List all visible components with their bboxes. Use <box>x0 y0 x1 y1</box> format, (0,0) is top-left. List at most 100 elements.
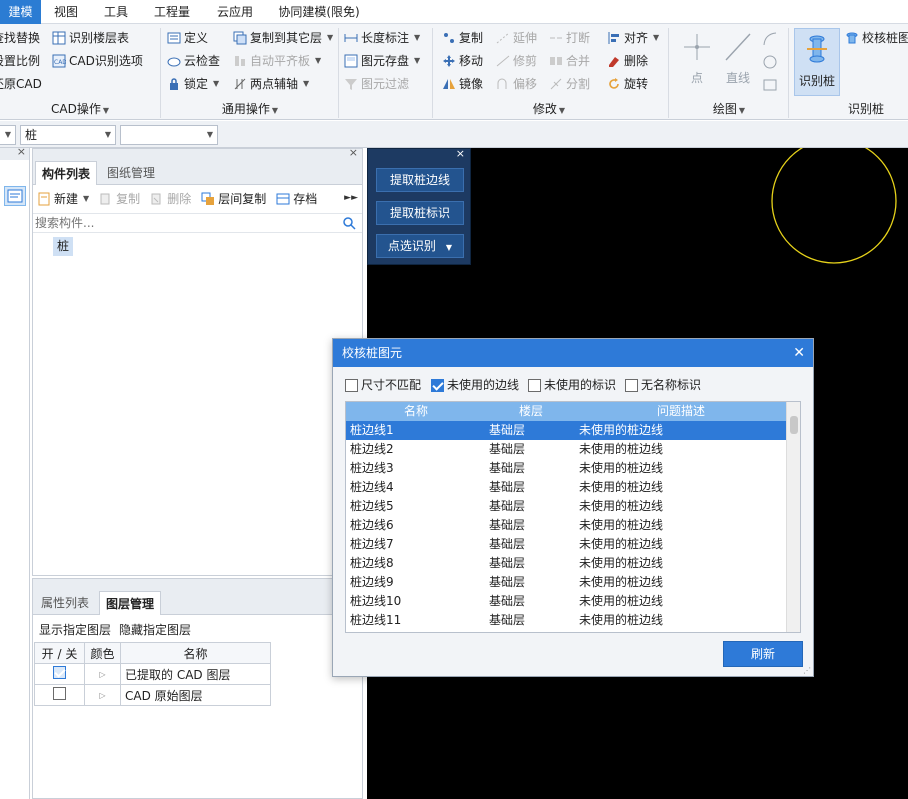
trim-button[interactable]: 修剪 <box>496 51 537 71</box>
restore-cad-button[interactable]: 还原CAD <box>0 74 42 94</box>
auto-level-slab-button[interactable]: 自动平齐板 ▼ <box>233 51 321 71</box>
menu-collab[interactable]: 协同建模(限免) <box>273 0 365 24</box>
recognize-pile-button[interactable]: 识别桩 <box>794 28 840 96</box>
extend-button[interactable]: 延伸 <box>496 28 537 48</box>
more-arrow-icon[interactable]: ►► <box>344 193 358 203</box>
expand-arrow-icon[interactable]: ▷ <box>84 684 121 706</box>
show-layer-link[interactable]: 显示指定图层 <box>39 621 111 638</box>
group-draw[interactable]: 绘图 ▼ <box>670 100 788 118</box>
menu-quantity[interactable]: 工程量 <box>148 0 196 24</box>
copy-between-floors-label: 层间复制 <box>218 192 267 206</box>
new-button[interactable]: 新建 ▼ <box>37 189 89 209</box>
set-scale-button[interactable]: 设置比例 <box>0 51 40 71</box>
table-row[interactable]: 桩边线10 基础层 未使用的桩边线 <box>346 592 786 611</box>
copy-component-button[interactable]: 复制 <box>99 189 140 209</box>
tree-item-pile[interactable]: 桩 <box>53 237 73 256</box>
align-button[interactable]: 对齐 ▼ <box>607 28 659 48</box>
lock-button[interactable]: 锁定 ▼ <box>167 74 219 94</box>
find-replace-button[interactable]: 查找替换 <box>0 28 40 48</box>
cad-options-button[interactable]: CAD CAD识别选项 <box>52 51 143 71</box>
checkbox[interactable] <box>431 378 444 392</box>
table-row[interactable]: 桩边线4 基础层 未使用的桩边线 <box>346 478 786 497</box>
table-row[interactable]: 桩边线8 基础层 未使用的桩边线 <box>346 554 786 573</box>
close-icon[interactable]: × <box>17 145 26 158</box>
search-icon[interactable] <box>343 217 356 230</box>
delete-component-button[interactable]: 删除 <box>150 189 191 209</box>
resize-grip-icon[interactable]: ⋰ <box>803 666 811 675</box>
menu-tools[interactable]: 工具 <box>97 0 135 24</box>
two-point-axis-button[interactable]: 两点辅轴 ▼ <box>233 74 309 94</box>
length-dim-button[interactable]: 长度标注 ▼ <box>344 28 420 48</box>
extract-pile-mark-button[interactable]: 提取桩标识 <box>376 201 464 225</box>
mirror-button[interactable]: 镜像 <box>442 74 483 94</box>
rotate-button[interactable]: 旋转 <box>607 74 648 94</box>
line-button[interactable]: 直线 <box>720 30 756 90</box>
table-row[interactable]: 桩边线1 基础层 未使用的桩边线 <box>346 421 786 440</box>
break-button[interactable]: 打断 <box>549 28 590 48</box>
copy-between-floors-button[interactable]: 层间复制 <box>201 189 266 209</box>
cloud-check-button[interactable]: 云检查 <box>167 51 220 71</box>
check-pile-button[interactable]: 校核桩图元 <box>845 28 908 48</box>
tab-property-list[interactable]: 属性列表 <box>35 591 95 615</box>
menu-modeling[interactable]: 建模 <box>0 0 41 24</box>
merge-button[interactable]: 合并 <box>549 51 590 71</box>
checkbox[interactable] <box>528 378 541 392</box>
component-search-input[interactable] <box>35 215 335 231</box>
define-button[interactable]: 定义 <box>167 28 208 48</box>
rect-tool-button[interactable] <box>761 76 779 94</box>
filter-element-button[interactable]: 图元过滤 <box>344 74 409 94</box>
checkbox[interactable] <box>625 378 638 392</box>
table-row[interactable]: 桩边线6 基础层 未使用的桩边线 <box>346 516 786 535</box>
copy-to-other-floor-button[interactable]: 复制到其它层 ▼ <box>233 28 333 48</box>
floor-select[interactable]: ▼ <box>0 125 16 145</box>
close-icon[interactable]: ✕ <box>793 339 805 367</box>
nav-strip-button[interactable] <box>4 186 26 206</box>
component-select[interactable]: ▼ <box>120 125 218 145</box>
filter-unnamed-mark[interactable]: 无名称标识 <box>625 377 701 393</box>
component-type-select[interactable]: 桩 ▼ <box>20 125 116 145</box>
vertical-scrollbar[interactable] <box>786 402 800 632</box>
save-element-button[interactable]: 图元存盘 ▼ <box>344 51 420 71</box>
filter-size-mismatch[interactable]: 尺寸不匹配 <box>345 377 421 393</box>
table-row[interactable]: 桩边线2 基础层 未使用的桩边线 <box>346 440 786 459</box>
move-button[interactable]: 移动 <box>442 51 483 71</box>
tab-drawing-manager[interactable]: 图纸管理 <box>101 161 161 185</box>
layer-visible-checkbox[interactable] <box>53 687 66 700</box>
extract-pile-edge-button[interactable]: 提取桩边线 <box>376 168 464 192</box>
copy-button[interactable]: 复制 <box>442 28 483 48</box>
checkbox[interactable] <box>345 378 358 392</box>
filter-unused-edge[interactable]: 未使用的边线 <box>431 377 519 393</box>
delete-button[interactable]: 删除 <box>607 51 648 71</box>
menu-cloud[interactable]: 云应用 <box>207 0 263 24</box>
table-row[interactable]: 桩边线3 基础层 未使用的桩边线 <box>346 459 786 478</box>
table-row[interactable]: 桩边线7 基础层 未使用的桩边线 <box>346 535 786 554</box>
group-cad-ops[interactable]: CAD操作 ▼ <box>0 100 160 118</box>
hide-layer-link[interactable]: 隐藏指定图层 <box>119 621 191 638</box>
group-modify[interactable]: 修改 ▼ <box>432 100 666 118</box>
split-button[interactable]: 分割 <box>549 74 590 94</box>
expand-arrow-icon[interactable]: ▷ <box>84 663 121 685</box>
scrollbar-thumb[interactable] <box>790 416 798 434</box>
floor-table-button[interactable]: 识别楼层表 <box>52 28 129 48</box>
archive-button[interactable]: 存档 <box>276 189 317 209</box>
tab-layer-manager[interactable]: 图层管理 <box>99 591 162 615</box>
arc-tool-button[interactable] <box>761 30 779 48</box>
refresh-button[interactable]: 刷新 <box>723 641 803 667</box>
menu-view[interactable]: 视图 <box>47 0 85 24</box>
circle-tool-button[interactable] <box>761 53 779 71</box>
table-row[interactable]: ▷ 已提取的 CAD 图层 <box>34 663 271 685</box>
table-row[interactable]: 桩边线5 基础层 未使用的桩边线 <box>346 497 786 516</box>
table-row[interactable]: 桩边线11 基础层 未使用的桩边线 <box>346 611 786 630</box>
close-icon[interactable]: × <box>456 147 465 160</box>
pile-circle[interactable] <box>771 138 897 264</box>
tab-component-list[interactable]: 构件列表 <box>35 161 98 185</box>
layer-visible-checkbox[interactable] <box>53 666 66 679</box>
offset-button[interactable]: 偏移 <box>496 74 537 94</box>
point-button[interactable]: 点 <box>680 30 714 90</box>
point-recognize-button[interactable]: 点选识别 ▼ <box>376 234 464 258</box>
group-general-ops[interactable]: 通用操作 ▼ <box>160 100 340 118</box>
table-row[interactable]: ▷ CAD 原始图层 <box>34 684 271 706</box>
table-row[interactable]: 桩边线9 基础层 未使用的桩边线 <box>346 573 786 592</box>
filter-unused-mark[interactable]: 未使用的标识 <box>528 377 616 393</box>
close-icon[interactable]: × <box>349 146 358 159</box>
